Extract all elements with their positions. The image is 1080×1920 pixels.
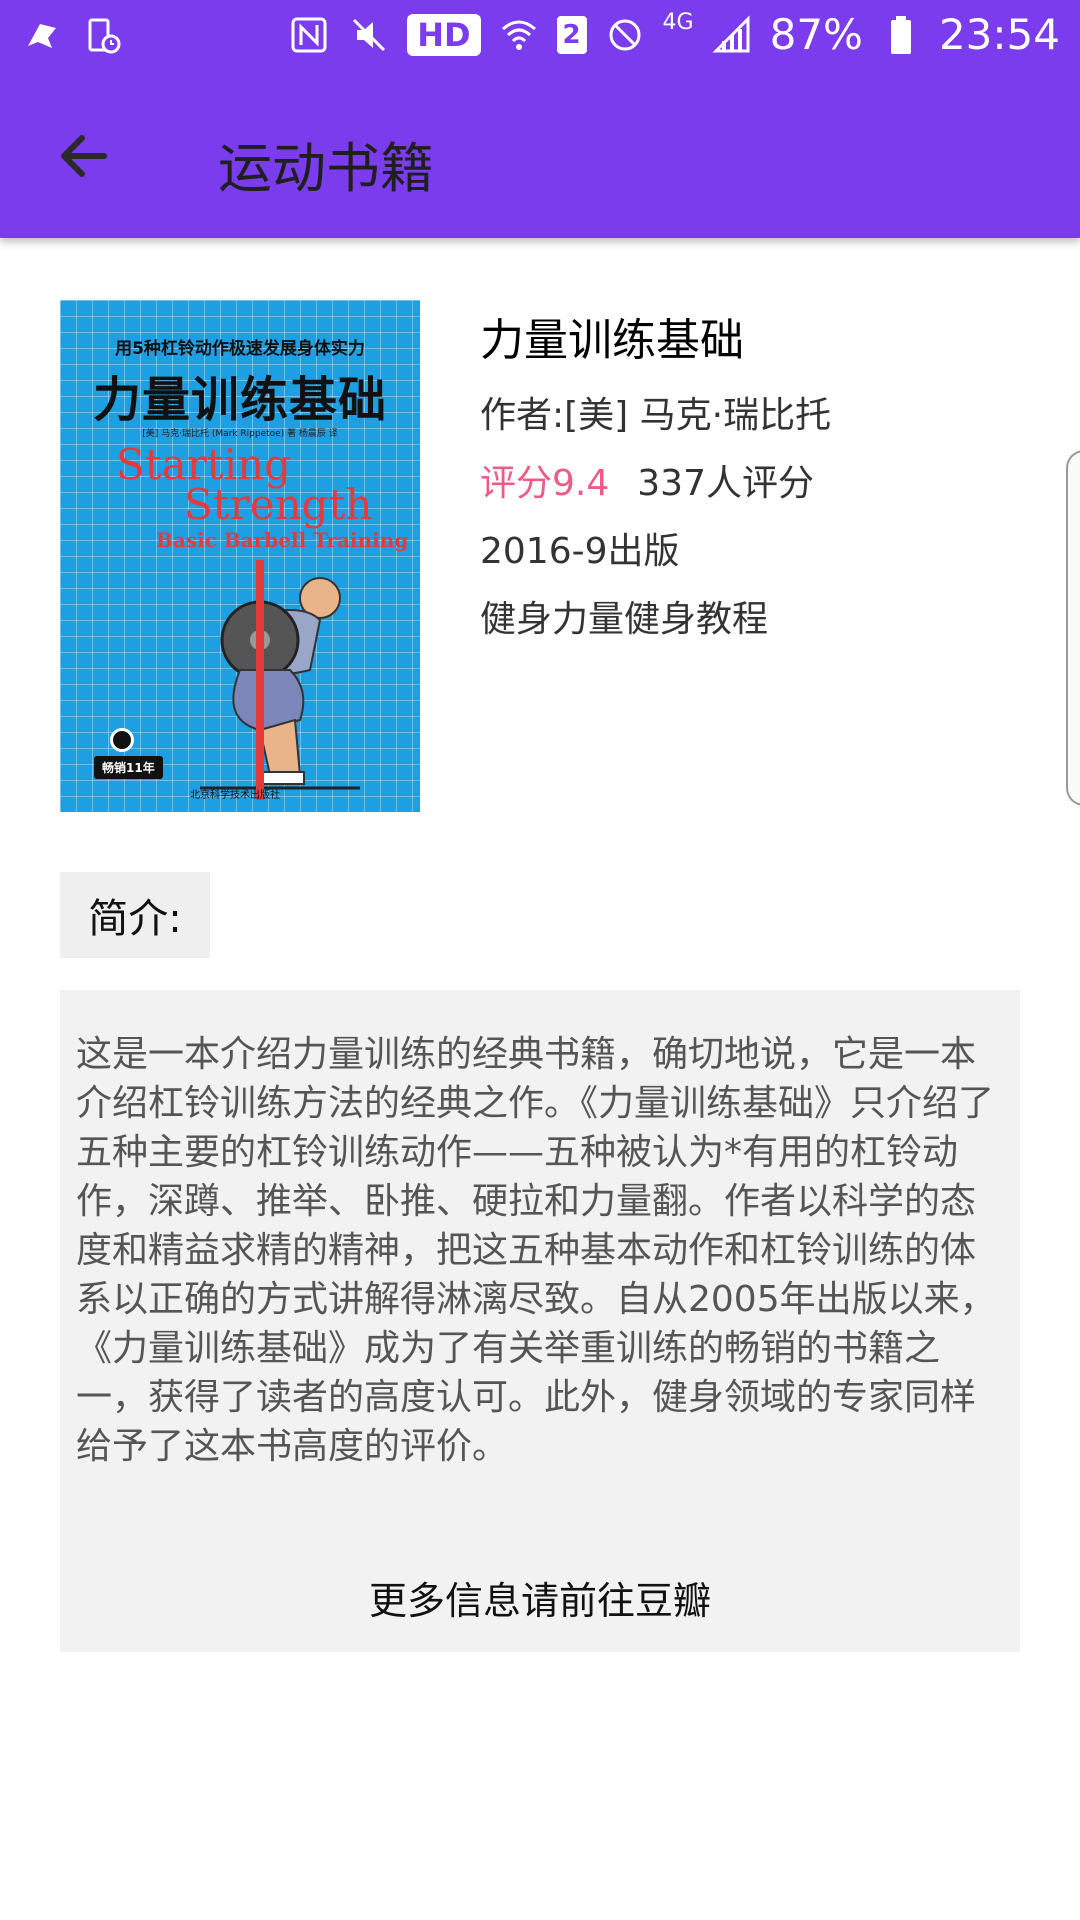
sim2-icon: 2: [556, 15, 587, 54]
battery-icon: [879, 13, 923, 57]
book-cover: 用5种杠铃动作极速发展身体实力 力量训练基础 [美] 马克·瑞比托 (Mark …: [60, 300, 420, 812]
hd-icon: HD: [407, 13, 481, 56]
sim-timer-icon: [82, 14, 126, 58]
app-icon: [20, 14, 64, 58]
arrow-back-icon: [61, 135, 107, 177]
cover-tagline: 用5种杠铃动作极速发展身体实力: [115, 339, 365, 359]
block-icon: [603, 13, 647, 57]
top-bar: HD 2 4G 87% 23:54 运动书籍: [0, 0, 1080, 238]
publish-date: 2016-9出版: [480, 531, 680, 572]
cover-english-subtitle: Basic Barbell Training: [156, 528, 409, 552]
network-type: 4G: [662, 10, 694, 35]
edge-panel-handle[interactable]: [1066, 450, 1080, 806]
page-title: 运动书籍: [218, 137, 434, 200]
book-title: 力量训练基础: [480, 315, 744, 366]
cover-publisher: 北京科学技术出版社: [190, 790, 280, 801]
intro-label: 简介:: [60, 872, 210, 958]
app-bar: 运动书籍: [0, 76, 1080, 238]
book-rating: 评分9.4: [480, 463, 610, 504]
mute-icon: [347, 13, 391, 57]
book-author: 作者:[美] 马克·瑞比托: [480, 395, 832, 436]
intro-text: 这是一本介绍力量训练的经典书籍，确切地说，它是一本介绍杠铃训练方法的经典之作。《…: [76, 1034, 996, 1467]
status-right-icons: HD 2 4G 87% 23:54: [287, 10, 1060, 59]
intro-box: 这是一本介绍力量训练的经典书籍，确切地说，它是一本介绍杠铃训练方法的经典之作。《…: [60, 990, 1020, 1652]
cover-author-line: [美] 马克·瑞比托 (Mark Rippetoe) 著 杨晨辰 译: [142, 429, 338, 439]
squatting-lifter-illustration: [200, 560, 360, 800]
douban-more-info-link[interactable]: 更多信息请前往豆瓣: [60, 1570, 1020, 1625]
cover-badge: 畅销11年: [94, 756, 163, 779]
status-bar: HD 2 4G 87% 23:54: [0, 0, 1080, 76]
battery-percent: 87%: [769, 10, 863, 59]
nfc-icon: [287, 13, 331, 57]
back-button[interactable]: [44, 116, 124, 196]
rating-count: 337人评分: [637, 463, 814, 504]
clock: 23:54: [938, 10, 1060, 59]
signal-icon: [710, 13, 754, 57]
cover-title: 力量训练基础: [92, 372, 387, 428]
cover-badge-icon: [110, 728, 134, 752]
rating-row: 评分9.4 337人评分: [480, 454, 814, 506]
wifi-icon: [497, 13, 541, 57]
status-left-icons: [20, 14, 126, 58]
cover-english-title-2: Strength: [184, 480, 373, 529]
book-tags: 健身力量健身教程: [480, 599, 769, 640]
